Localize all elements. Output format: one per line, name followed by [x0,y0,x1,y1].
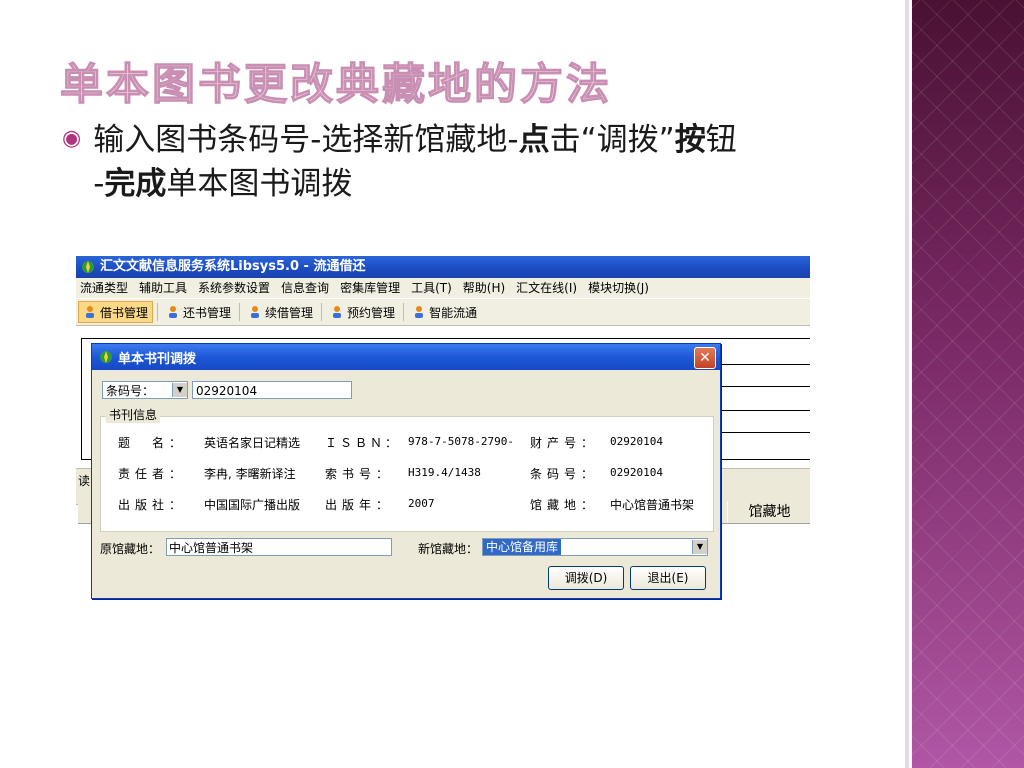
app-logo-icon [82,261,94,273]
field-value-title: 英语名家日记精选 [204,436,301,450]
field-value-isbn: 978-7-5078-2790- [408,435,514,448]
new-location-value: 中心馆备用库 [483,539,562,555]
person-icon [333,306,342,318]
column-header-location[interactable]: 馆藏地 [727,501,810,523]
menu-item-info-query[interactable]: 信息查询 [281,278,329,298]
field-label-pub-year: 出版年： [325,498,394,512]
app-title: 汇文文献信息服务系统Libsys5.0 - 流通借还 [100,259,366,274]
field-label-barcode: 条码号： [530,467,599,481]
menu-item-circulation-type[interactable]: 流通类型 [80,278,128,298]
menu-item-system-params[interactable]: 系统参数设置 [198,278,270,298]
menu-item-online[interactable]: 汇文在线(I) [516,278,577,298]
toolbar-separator [239,303,241,321]
tab-renew[interactable]: 续借管理 [244,302,317,322]
decorative-side-band [912,0,1024,768]
person-icon [86,306,94,318]
close-icon[interactable]: ✕ [694,347,716,369]
menu-item-help[interactable]: 帮助(H) [463,278,505,298]
field-label-call-number: 索书号： [325,467,394,481]
person-icon [251,306,260,318]
tab-return[interactable]: 还书管理 [162,302,235,322]
tab-reserve[interactable]: 预约管理 [326,302,399,322]
toolbar-separator [403,303,405,321]
dialog-titlebar: 单本书刊调拨 ✕ [92,344,720,370]
field-label-asset-number: 财产号： [530,436,599,450]
panel-line [716,386,810,387]
menu-item-compact-storage[interactable]: 密集库管理 [340,278,400,298]
menu-item-tools[interactable]: 工具(T) [411,278,452,298]
field-value-pub-year: 2007 [408,497,435,510]
app-titlebar: 汇文文献信息服务系统Libsys5.0 - 流通借还 [76,256,810,278]
field-value-barcode: 02920104 [610,466,663,479]
panel-line [716,364,810,365]
exit-button[interactable]: 退出(E) [630,566,706,590]
tab-borrow[interactable]: 借书管理 [78,301,154,323]
bullet-icon: ◉ [62,126,82,151]
person-icon [415,306,424,318]
decorative-divider [905,0,909,768]
field-value-call-number: H319.4/1438 [408,466,481,479]
toolbar: 借书管理 还书管理 续借管理 预约管理 智能流通 [76,298,810,326]
menu-item-module-switch[interactable]: 模块切换(J) [588,278,649,298]
new-location-select[interactable]: 中心馆备用库 ▼ [482,538,708,556]
menu-bar: 流通类型 辅助工具 系统参数设置 信息查询 密集库管理 工具(T) 帮助(H) … [76,278,810,298]
field-label-publisher: 出版社： [118,498,187,512]
barcode-input[interactable]: 02920104 [192,381,352,399]
panel-line [716,410,810,411]
chevron-down-icon: ▼ [172,383,187,397]
transfer-button[interactable]: 调拨(D) [548,566,624,590]
barcode-type-select[interactable]: 条码号： ▼ [102,381,188,399]
orig-location-label: 原馆藏地： [100,542,161,556]
slide-title: 单本图书更改典藏地的方法 [59,59,612,110]
reader-label: 读 [78,474,91,488]
menu-item-aux-tools[interactable]: 辅助工具 [139,278,187,298]
field-value-author: 李冉, 李曙新译注 [204,467,296,481]
orig-location-field[interactable]: 中心馆普通书架 [166,538,392,556]
transfer-dialog: 单本书刊调拨 ✕ 条码号： ▼ 02920104 书刊信息 题 名： 英语名家日… [91,343,721,599]
tab-smart-circulation[interactable]: 智能流通 [408,302,481,322]
person-icon [169,306,178,318]
dialog-title: 单本书刊调拨 [118,351,197,367]
book-info-grid: 题 名： 英语名家日记精选 ＩＳＢＮ： 978-7-5078-2790- 财产号… [100,420,712,528]
toolbar-separator [157,303,159,321]
field-value-location: 中心馆普通书架 [610,498,695,512]
app-logo-icon [100,351,112,363]
chevron-down-icon: ▼ [692,540,707,554]
field-label-author: 责任者： [118,467,187,481]
field-value-publisher: 中国国际广播出版 [204,498,301,512]
new-location-label: 新馆藏地： [418,542,479,556]
field-label-location: 馆藏地： [530,498,599,512]
panel-line [716,432,810,433]
field-label-title: 题 名： [118,436,187,450]
bullet-point: ◉ 输入图书条码号-选择新馆藏地-点击“调拨”按钮 -完成单本图书调拨 [62,118,872,206]
field-value-asset-number: 02920104 [610,435,663,448]
field-label-isbn: ＩＳＢＮ： [325,436,401,450]
toolbar-separator [321,303,323,321]
bullet-text: 输入图书条码号-选择新馆藏地-点击“调拨”按钮 -完成单本图书调拨 [93,122,737,202]
